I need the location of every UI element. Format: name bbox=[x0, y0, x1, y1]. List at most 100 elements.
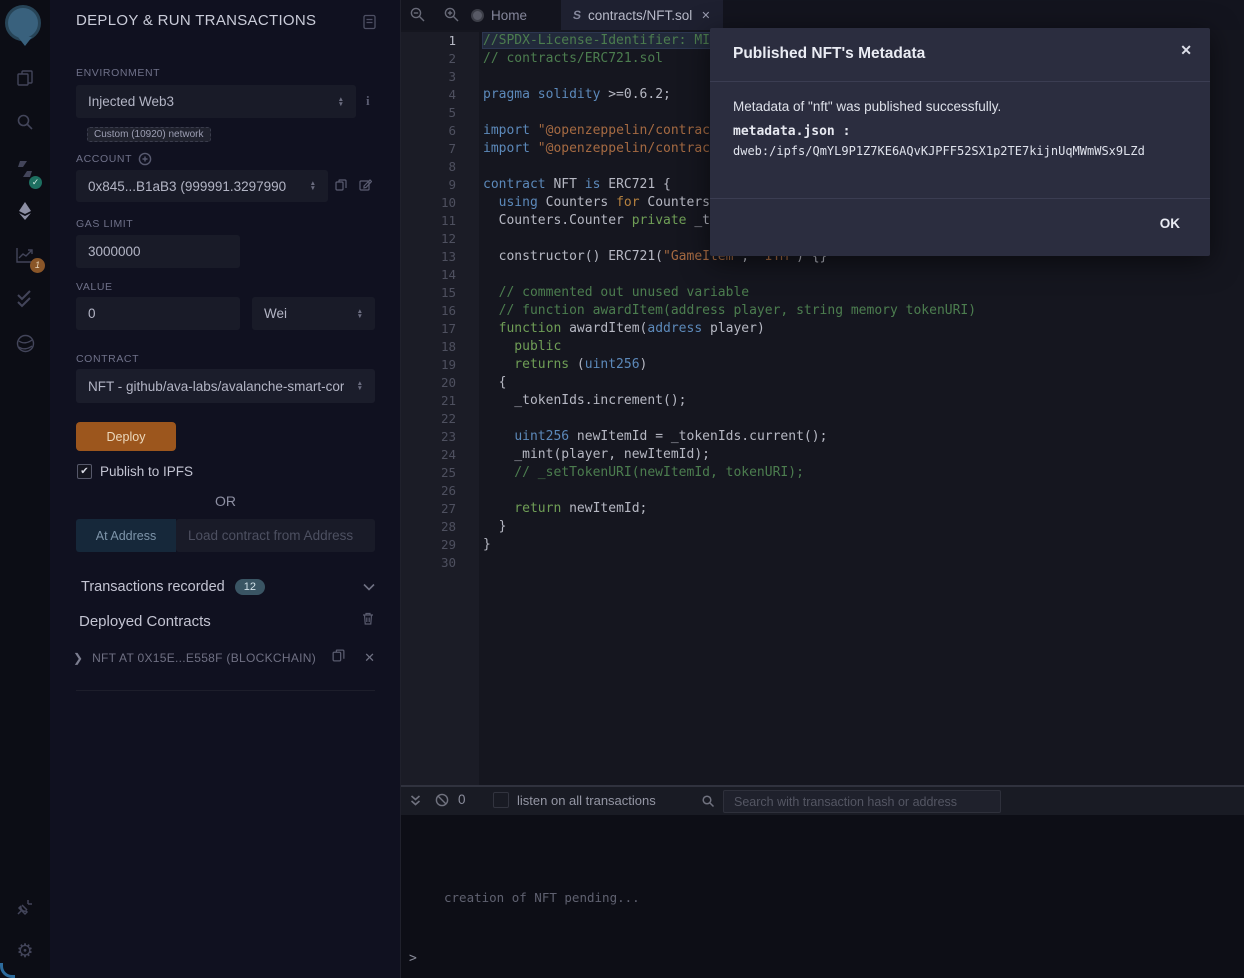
line-number: 21 bbox=[401, 392, 479, 410]
deployed-contract-label[interactable]: NFT AT 0X15E...E558F (BLOCKCHAIN) bbox=[92, 651, 316, 665]
tab-nft-sol[interactable]: S contracts/NFT.sol ✕ bbox=[561, 0, 723, 30]
info-icon[interactable]: i bbox=[366, 93, 370, 109]
environment-select[interactable]: Injected Web3 ▲▼ bbox=[76, 85, 356, 118]
modal-filename: metadata.json : bbox=[733, 124, 850, 139]
at-address-input[interactable] bbox=[176, 519, 375, 552]
remove-contract-icon[interactable]: ✕ bbox=[364, 650, 375, 666]
ok-button[interactable]: OK bbox=[1154, 215, 1186, 232]
line-number: 13 bbox=[401, 248, 479, 266]
transactions-recorded-row[interactable]: Transactions recorded 12 bbox=[81, 578, 375, 596]
line-number: 28 bbox=[401, 518, 479, 536]
transactions-count-badge: 12 bbox=[235, 579, 265, 595]
deploy-button[interactable]: Deploy bbox=[76, 422, 176, 451]
settings-gear-icon[interactable]: ⚙ bbox=[0, 940, 50, 963]
sourcify-icon[interactable] bbox=[0, 333, 50, 354]
remix-logo-chin bbox=[18, 37, 32, 46]
plugin-manager-icon[interactable] bbox=[0, 897, 50, 917]
remix-logo-circle bbox=[5, 5, 41, 41]
terminal-prompt[interactable]: > bbox=[409, 951, 417, 966]
transactions-recorded-label: Transactions recorded bbox=[81, 579, 225, 595]
code-line: returns (uint256) bbox=[483, 356, 976, 374]
environment-value: Injected Web3 bbox=[88, 94, 174, 109]
line-number: 20 bbox=[401, 374, 479, 392]
code-line: // commented out unused variable bbox=[483, 284, 976, 302]
terminal-search-input[interactable] bbox=[723, 790, 1001, 813]
chevron-updown-icon: ▲▼ bbox=[332, 97, 344, 107]
chevron-down-icon[interactable] bbox=[363, 578, 375, 596]
account-select[interactable]: 0x845...B1aB3 (999991.3297990 ▲▼ bbox=[76, 170, 328, 202]
at-address-button[interactable]: At Address bbox=[76, 519, 176, 552]
line-number: 19 bbox=[401, 356, 479, 374]
code-line: } bbox=[483, 536, 976, 554]
deploy-run-icon[interactable] bbox=[0, 200, 50, 222]
home-tab-label: Home bbox=[491, 8, 527, 23]
code-line bbox=[483, 410, 976, 428]
docs-icon[interactable] bbox=[362, 14, 377, 35]
search-icon[interactable] bbox=[0, 112, 50, 132]
gas-limit-label: GAS LIMIT bbox=[76, 218, 133, 230]
or-text: OR bbox=[76, 493, 375, 509]
code-line bbox=[483, 266, 976, 284]
account-label-text: ACCOUNT bbox=[76, 153, 132, 165]
code-line: { bbox=[483, 374, 976, 392]
value-unit: Wei bbox=[264, 306, 287, 321]
zoom-out-icon[interactable] bbox=[409, 6, 426, 28]
value-input[interactable] bbox=[76, 297, 240, 330]
clear-console-icon[interactable] bbox=[434, 792, 450, 813]
contract-select[interactable]: NFT - github/ava-labs/avalanche-smart-co… bbox=[76, 369, 375, 403]
chevron-right-icon[interactable]: ❯ bbox=[73, 651, 83, 665]
modal-close-icon[interactable]: ✕ bbox=[1180, 42, 1192, 59]
listen-transactions-checkbox[interactable] bbox=[493, 792, 509, 808]
copy-address-icon[interactable] bbox=[331, 648, 346, 668]
code-line: public bbox=[483, 338, 976, 356]
modal-body: Metadata of "nft" was published successf… bbox=[710, 82, 1210, 199]
code-line bbox=[483, 482, 976, 500]
publish-ipfs-checkbox[interactable]: ✔ bbox=[77, 464, 92, 479]
copy-account-icon[interactable] bbox=[334, 178, 348, 197]
file-explorer-icon[interactable] bbox=[0, 68, 50, 88]
analytics-badge: 1 bbox=[30, 258, 45, 273]
line-number: 9 bbox=[401, 176, 479, 194]
close-tab-icon[interactable]: ✕ bbox=[701, 9, 710, 22]
unit-testing-icon[interactable] bbox=[0, 288, 50, 310]
code-line: _mint(player, newItemId); bbox=[483, 446, 976, 464]
modal-ipfs-url: dweb:/ipfs/QmYL9P1Z7KE6AQvKJPFF52SX1p2TE… bbox=[733, 144, 1145, 158]
zoom-in-icon[interactable] bbox=[443, 6, 460, 28]
deployed-contract-item: ❯ NFT AT 0X15E...E558F (BLOCKCHAIN) ✕ bbox=[73, 648, 375, 668]
modal-footer: OK bbox=[710, 199, 1210, 256]
code-line: function awardItem(address player) bbox=[483, 320, 976, 338]
line-number: 16 bbox=[401, 302, 479, 320]
line-number: 30 bbox=[401, 554, 479, 572]
tab-home[interactable]: Home bbox=[459, 0, 539, 30]
home-tab-icon bbox=[471, 9, 484, 22]
panel-divider bbox=[76, 690, 375, 691]
line-number: 6 bbox=[401, 122, 479, 140]
code-line: uint256 newItemId = _tokenIds.current(); bbox=[483, 428, 976, 446]
line-number: 11 bbox=[401, 212, 479, 230]
deploy-run-panel: DEPLOY & RUN TRANSACTIONS ENVIRONMENT In… bbox=[50, 0, 400, 978]
chevron-updown-icon: ▲▼ bbox=[351, 309, 363, 319]
icon-sidebar: ✓ 1 ⚙ bbox=[0, 0, 51, 978]
line-number: 18 bbox=[401, 338, 479, 356]
line-number: 5 bbox=[401, 104, 479, 122]
expand-terminal-icon[interactable] bbox=[409, 794, 422, 812]
remix-logo-icon[interactable] bbox=[5, 5, 45, 45]
line-number: 12 bbox=[401, 230, 479, 248]
line-number: 27 bbox=[401, 500, 479, 518]
modal-message: Metadata of "nft" was published successf… bbox=[733, 99, 1001, 114]
add-account-icon[interactable] bbox=[138, 152, 152, 166]
solidity-compiler-icon[interactable] bbox=[0, 158, 50, 180]
line-number: 29 bbox=[401, 536, 479, 554]
code-line bbox=[483, 554, 976, 572]
value-unit-select[interactable]: Wei ▲▼ bbox=[252, 297, 375, 330]
value-label: VALUE bbox=[76, 281, 113, 293]
code-line: } bbox=[483, 518, 976, 536]
line-number: 25 bbox=[401, 464, 479, 482]
line-number: 8 bbox=[401, 158, 479, 176]
account-value: 0x845...B1aB3 (999991.3297990 bbox=[88, 179, 286, 194]
line-number: 3 bbox=[401, 68, 479, 86]
line-number: 4 bbox=[401, 86, 479, 104]
edit-account-icon[interactable] bbox=[358, 178, 372, 197]
gas-limit-input[interactable] bbox=[76, 235, 240, 268]
trash-icon[interactable] bbox=[361, 611, 375, 631]
